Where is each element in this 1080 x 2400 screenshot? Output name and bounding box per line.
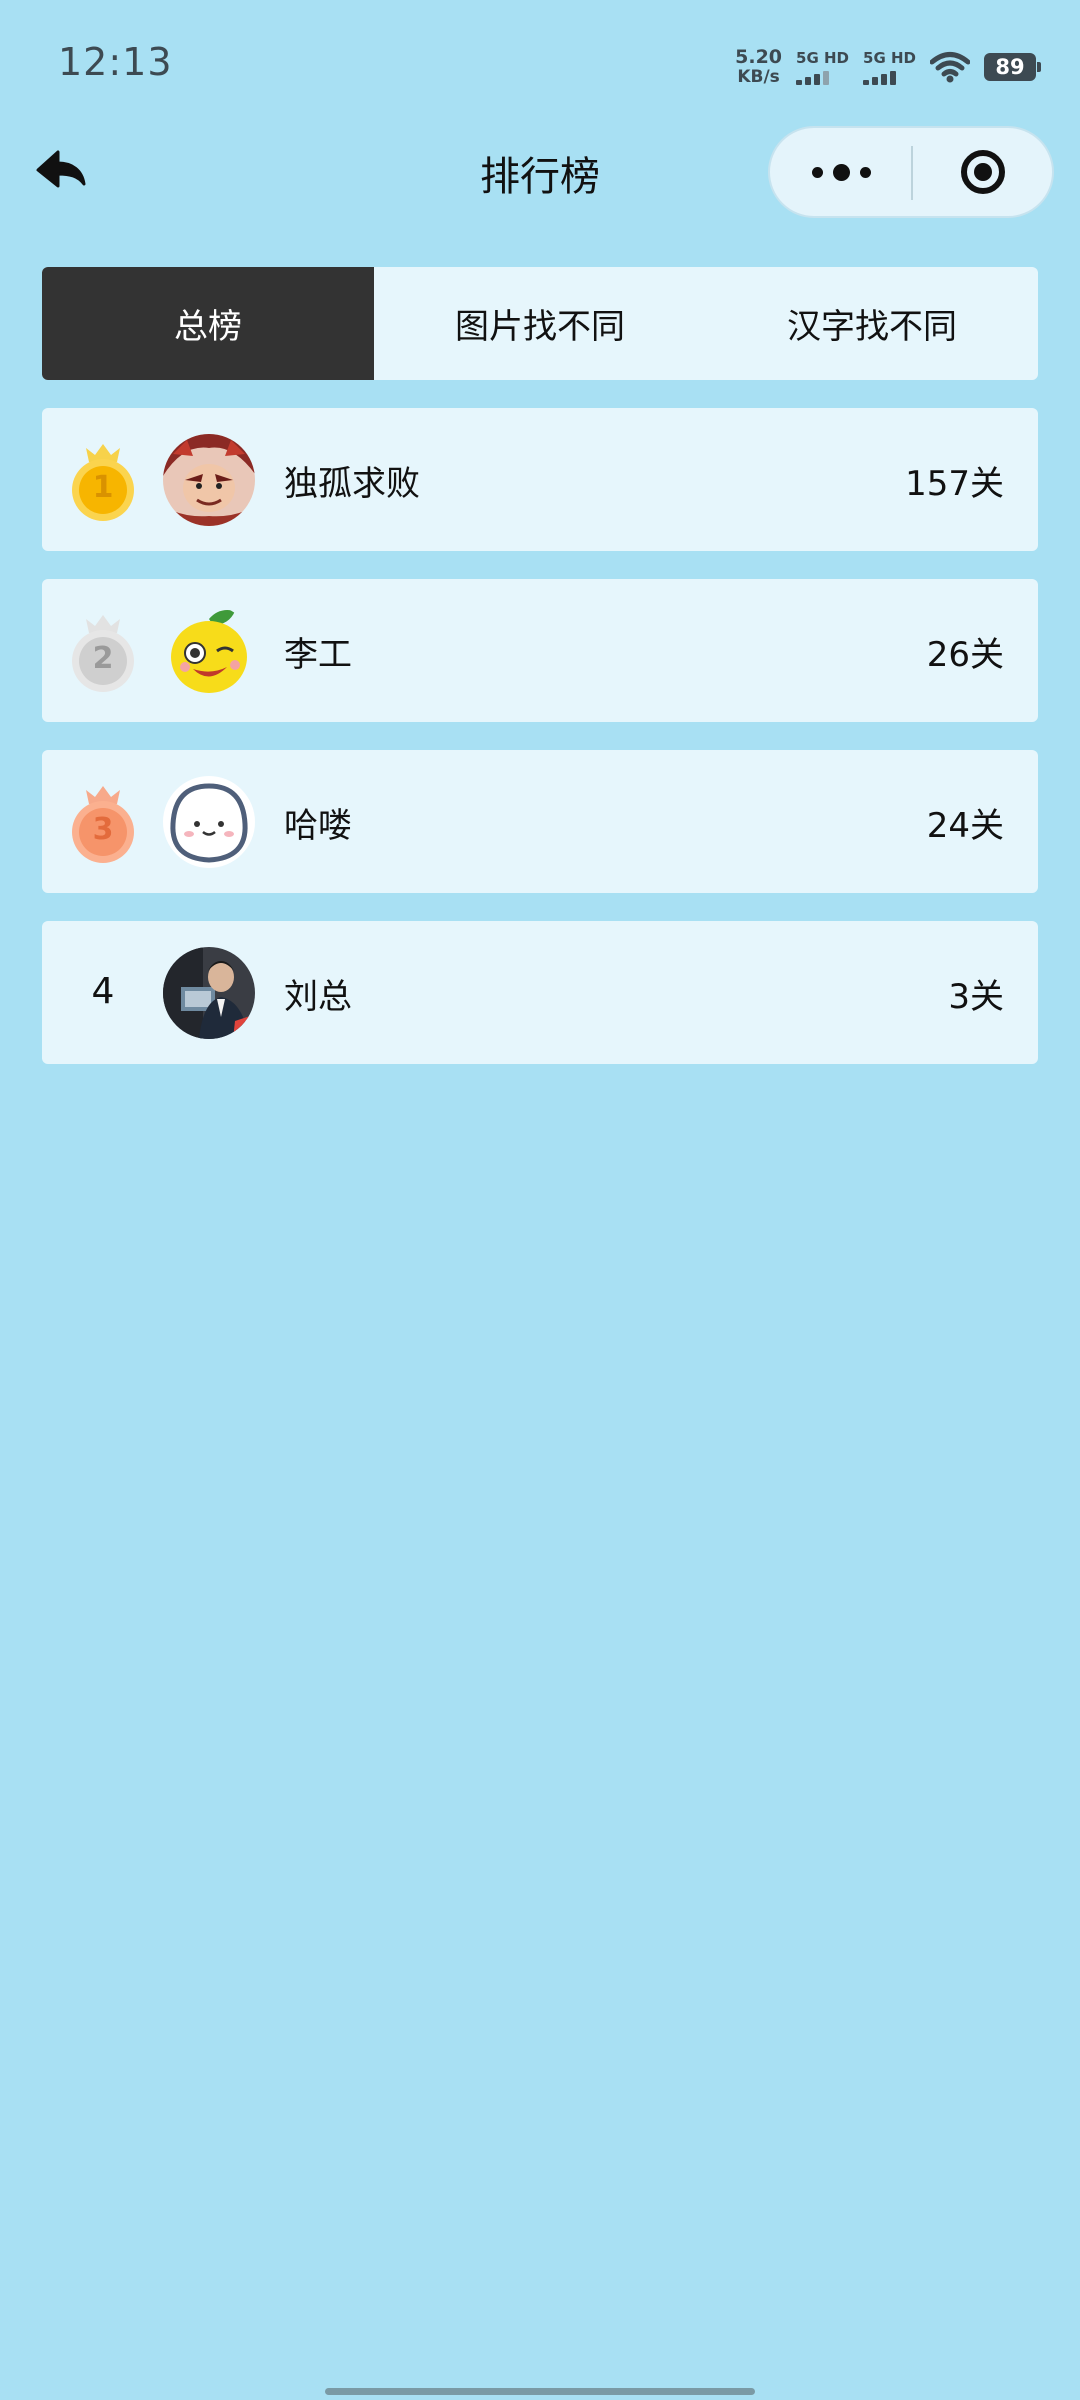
mini-program-capsule [768, 126, 1054, 218]
target-icon [961, 150, 1005, 194]
dot-icon [832, 163, 850, 181]
status-time: 12:13 [58, 40, 173, 84]
man-photo-avatar [163, 947, 255, 1039]
player-name: 李工 [284, 635, 352, 675]
ranking-row[interactable]: 4 刘总 3关 [42, 921, 1038, 1064]
status-bar: 12:13 5.20 KB/s 5G HD 5G HD 89 [0, 0, 1080, 130]
sim2-signal-icon: 5G HD [863, 50, 916, 85]
player-name: 哈喽 [284, 806, 352, 846]
gold-medal-icon: 1 [70, 440, 136, 526]
network-speed-unit: KB/s [737, 67, 780, 87]
bronze-medal-icon: 3 [70, 782, 136, 868]
silver-medal-icon: 2 [70, 611, 136, 697]
ranking-row[interactable]: 3 哈喽 24关 [42, 750, 1038, 893]
tab-spot-difference-character[interactable]: 汉字找不同 [706, 267, 1038, 380]
ranking-row[interactable]: 1 独孤求败 157关 [42, 408, 1038, 551]
wifi-icon [930, 52, 970, 83]
sim1-signal-icon: 5G HD [796, 50, 849, 85]
rank-number: 2 [92, 641, 114, 676]
cute-face-avatar [163, 776, 255, 868]
warrior-avatar [163, 434, 255, 526]
player-score: 24关 [926, 806, 1004, 846]
network-speed-value: 5.20 [735, 46, 783, 68]
rank-number: 4 [91, 971, 115, 1012]
lemon-avatar [163, 605, 255, 697]
dot-icon [859, 166, 871, 178]
dot-icon [811, 166, 823, 178]
player-name: 刘总 [284, 977, 352, 1017]
rank-number: 3 [92, 812, 114, 847]
more-options-button[interactable] [770, 128, 912, 216]
close-mini-program-button[interactable] [912, 128, 1054, 216]
player-score: 3关 [948, 977, 1004, 1017]
sim2-label: 5G HD [863, 48, 916, 67]
sim1-label: 5G HD [796, 48, 850, 67]
status-icons: 5.20 KB/s 5G HD 5G HD 89 [735, 44, 1041, 90]
network-speed: 5.20 KB/s [735, 47, 782, 87]
player-name: 独孤求败 [284, 464, 420, 504]
tab-spot-difference-image[interactable]: 图片找不同 [374, 267, 706, 380]
leaderboard-tabs: 总榜 图片找不同 汉字找不同 [42, 267, 1038, 380]
player-score: 157关 [905, 464, 1004, 504]
home-indicator[interactable] [325, 2388, 755, 2395]
battery-icon: 89 [984, 53, 1041, 81]
ranking-row[interactable]: 2 李工 26关 [42, 579, 1038, 722]
rank-number: 1 [92, 470, 114, 505]
ranking-list: 1 独孤求败 157关 2 李工 26关 3 哈喽 24关 4 刘总 3关 [42, 408, 1038, 1092]
tab-overall[interactable]: 总榜 [42, 267, 374, 380]
player-score: 26关 [926, 635, 1004, 675]
